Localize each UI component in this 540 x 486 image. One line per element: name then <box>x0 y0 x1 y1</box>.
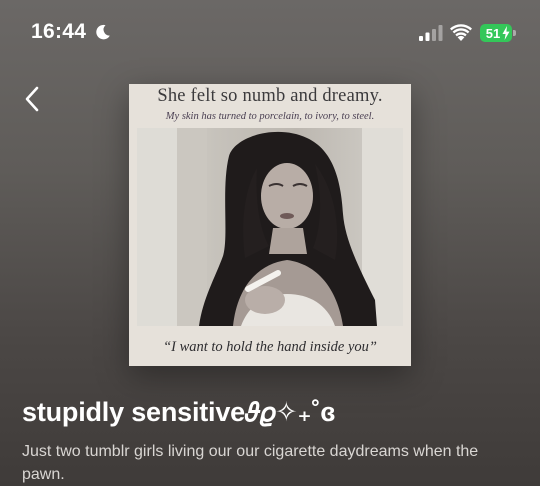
wifi-icon <box>450 24 472 41</box>
cover-headline: She felt so numb and dreamy. <box>157 86 383 106</box>
status-bar: 16:44 51 <box>0 0 540 60</box>
playlist-cover: She felt so numb and dreamy. My skin has… <box>129 84 411 366</box>
battery-icon: 51 <box>480 24 512 42</box>
playlist-title: stupidly sensitive𝜗𝜚✧₊˚ɞ <box>22 397 336 427</box>
battery-level: 51 <box>485 25 501 41</box>
chevron-left-icon <box>25 86 39 112</box>
charging-bolt-icon <box>502 26 510 40</box>
playlist-description[interactable]: Just two tumblr girls living our our cig… <box>22 440 517 486</box>
moon-icon <box>96 24 110 40</box>
status-time: 16:44 <box>31 20 87 43</box>
portrait-illustration <box>137 128 403 326</box>
cover-photo <box>137 128 403 326</box>
battery-cap <box>513 30 516 36</box>
back-button[interactable] <box>14 80 50 118</box>
signal-icon <box>419 25 443 41</box>
cover-quote: “I want to hold the hand inside you” <box>163 339 377 355</box>
cover-subline: My skin has turned to porcelain, to ivor… <box>165 111 375 122</box>
